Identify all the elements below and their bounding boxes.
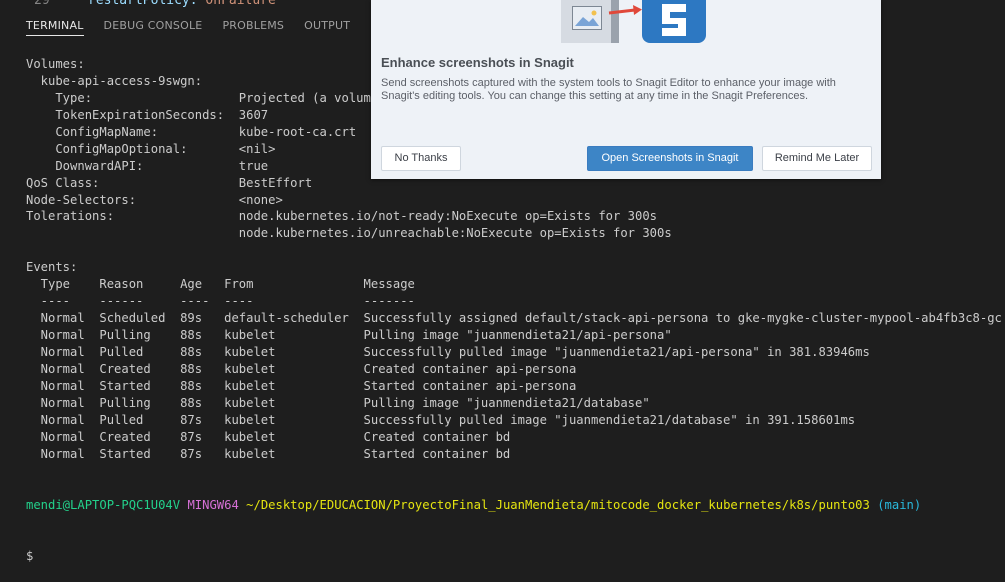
- prompt-user-host: mendi@LAPTOP-PQC1U04V: [26, 497, 181, 512]
- tab-problems[interactable]: PROBLEMS: [222, 16, 284, 36]
- terminal-line: Normal Scheduled 89s default-scheduler S…: [26, 311, 1001, 326]
- terminal-line: Normal Pulled 88s kubelet Successfully p…: [26, 344, 870, 359]
- line-number: 29: [34, 0, 50, 8]
- terminal-prompt[interactable]: mendi@LAPTOP-PQC1U04V MINGW64 ~/Desktop/…: [26, 463, 921, 582]
- no-thanks-button[interactable]: No Thanks: [381, 146, 461, 171]
- terminal-line: node.kubernetes.io/unreachable:NoExecute…: [26, 226, 672, 241]
- terminal-line: Normal Pulled 87s kubelet Successfully p…: [26, 412, 856, 427]
- prompt-branch: (main): [877, 497, 922, 512]
- popup-title: Enhance screenshots in Snagit: [381, 55, 574, 70]
- prompt-shell: MINGW64: [187, 497, 239, 512]
- terminal-line: Normal Pulling 88s kubelet Pulling image…: [26, 395, 650, 410]
- terminal-line: Normal Started 88s kubelet Started conta…: [26, 378, 577, 393]
- snagit-logo-icon: [642, 0, 706, 43]
- prompt-path: ~/Desktop/EDUCACION/ProyectoFinal_JuanMe…: [246, 497, 870, 512]
- panel-tabs: TERMINAL DEBUG CONSOLE PROBLEMS OUTPUT: [26, 16, 370, 36]
- code-key: restartPolicy:: [88, 0, 198, 8]
- arrow-icon: [608, 5, 642, 15]
- remind-later-button[interactable]: Remind Me Later: [762, 146, 872, 171]
- terminal-line: Normal Started 87s kubelet Started conta…: [26, 446, 511, 461]
- terminal-line: Type Reason Age From Message: [26, 277, 415, 292]
- terminal-line: Tolerations: node.kubernetes.io/not-read…: [26, 209, 658, 224]
- terminal-line: Events:: [26, 260, 78, 275]
- tab-terminal[interactable]: TERMINAL: [26, 16, 84, 36]
- terminal-line: Node-Selectors: <none>: [26, 192, 283, 207]
- tab-output[interactable]: OUTPUT: [304, 16, 350, 36]
- terminal-line: Normal Created 87s kubelet Created conta…: [26, 429, 511, 444]
- snagit-popup: Enhance screenshots in Snagit Send scree…: [371, 0, 881, 179]
- popup-body: Send screenshots captured with the syste…: [381, 77, 836, 102]
- open-in-snagit-button[interactable]: Open Screenshots in Snagit: [587, 146, 753, 171]
- terminal-line: Normal Created 88s kubelet Created conta…: [26, 361, 577, 376]
- terminal-line: ---- ------ ---- ---- -------: [26, 294, 415, 309]
- tab-debug-console[interactable]: DEBUG CONSOLE: [104, 16, 203, 36]
- terminal-line: Normal Pulling 88s kubelet Pulling image…: [26, 328, 672, 342]
- code-value: OnFailure: [205, 0, 276, 8]
- image-icon: [572, 6, 602, 30]
- code-line: restartPolicy: OnFailure: [88, 0, 276, 8]
- prompt-symbol: $: [26, 548, 34, 563]
